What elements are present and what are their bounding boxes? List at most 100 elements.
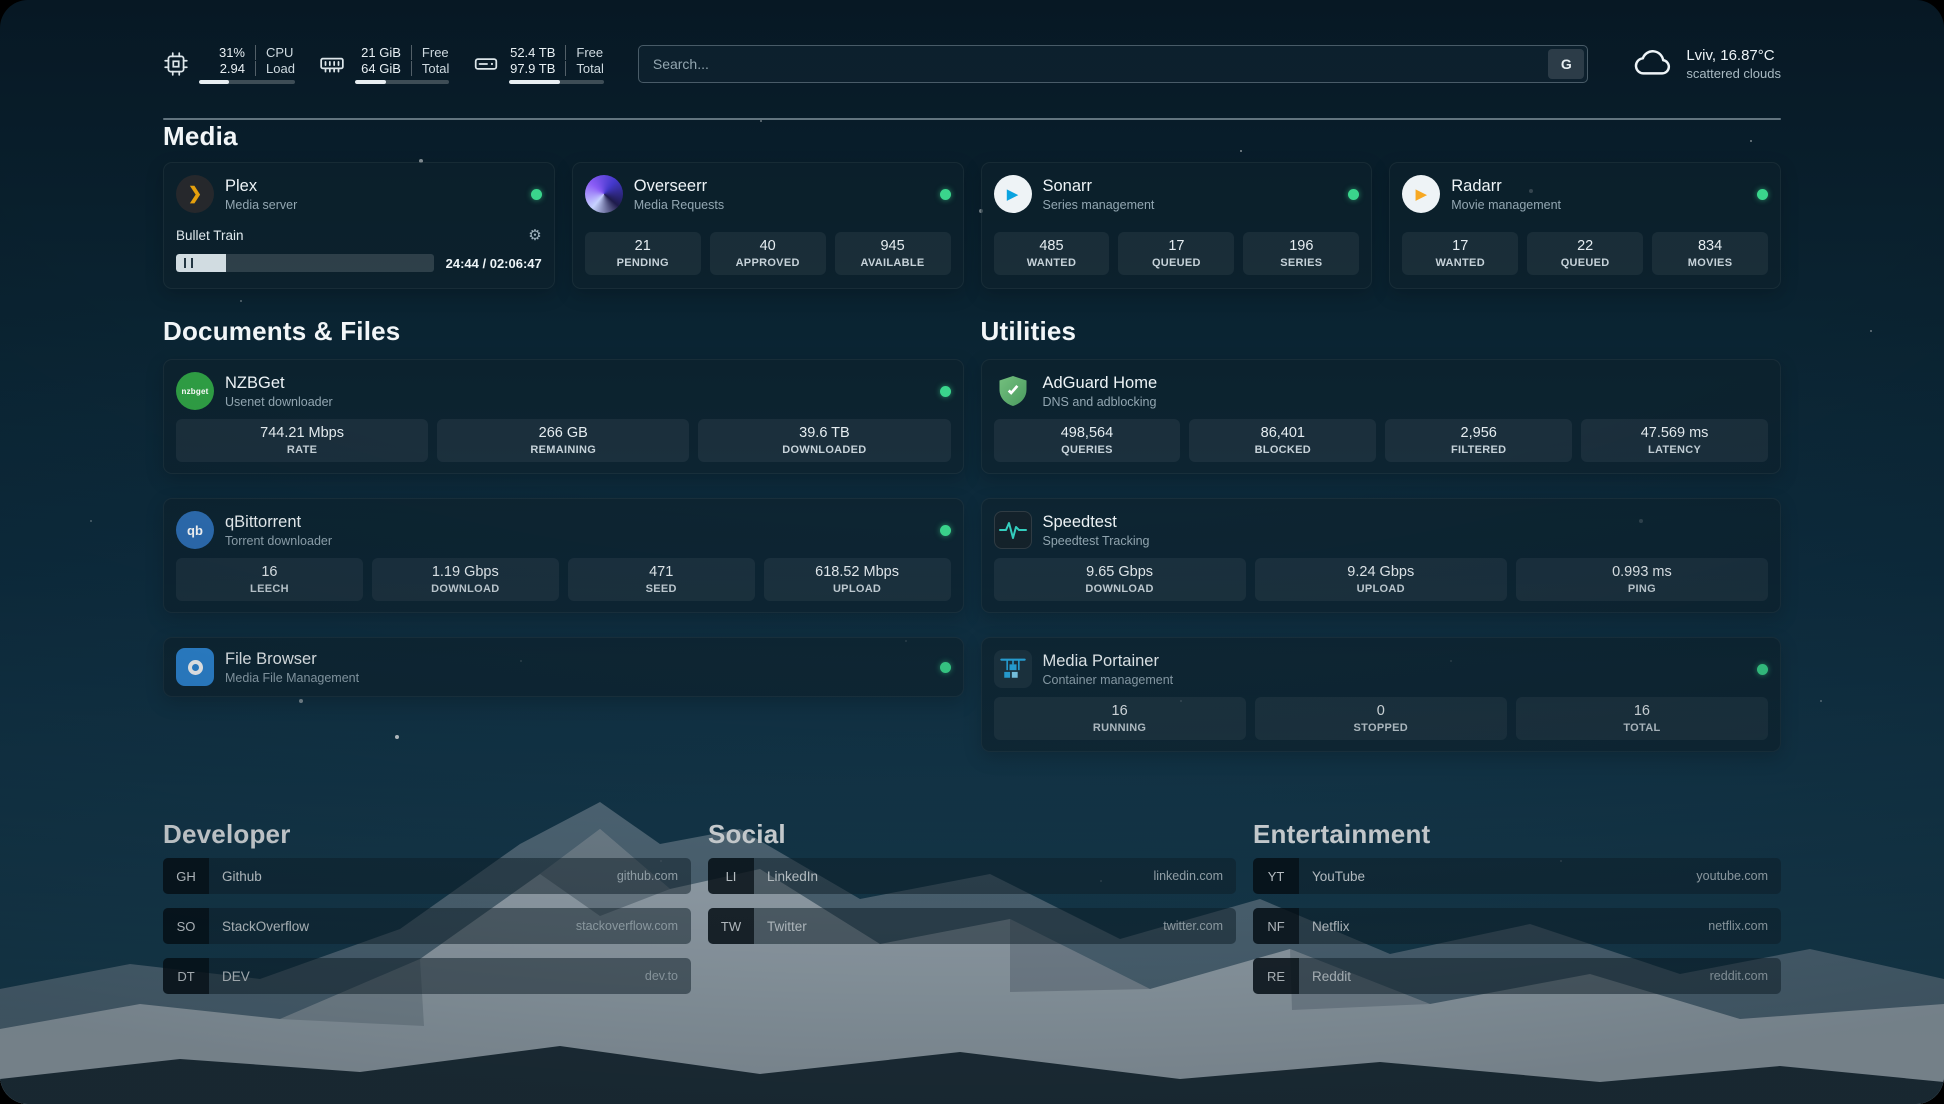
search-input[interactable] [638, 45, 1588, 83]
stat-label: QUERIES [998, 444, 1177, 456]
stat-value: 0 [1259, 703, 1503, 719]
stat-label: WANTED [998, 257, 1106, 269]
section-title-utilities: Utilities [981, 315, 1782, 347]
stat-value: 498,564 [998, 425, 1177, 441]
service-card-speedtest[interactable]: Speedtest Speedtest Tracking 9.65 Gbps D… [981, 498, 1782, 613]
bookmark-abbr: GH [163, 858, 209, 894]
stat-value: 47.569 ms [1585, 425, 1764, 441]
stat-value: 196 [1247, 238, 1355, 254]
service-subtitle: Torrent downloader [225, 534, 332, 548]
service-stats: 21 PENDING 40 APPROVED 945 AVAILABLE [585, 232, 951, 275]
stat-value: 485 [998, 238, 1106, 254]
stat-label: RUNNING [998, 722, 1242, 734]
stat-label: SERIES [1247, 257, 1355, 269]
stat-value: 618.52 Mbps [768, 564, 947, 580]
stat-box: 471 SEED [568, 558, 755, 601]
stat-box: 0.993 ms PING [1516, 558, 1768, 601]
links-column-developer: Developer GH Github github.com SO StackO… [163, 818, 691, 994]
bookmark-url: twitter.com [1163, 919, 1223, 933]
bookmark-dev[interactable]: DT DEV dev.to [163, 958, 691, 994]
stat-box: 21 PENDING [585, 232, 701, 275]
sonarr-icon: ▶ [994, 175, 1032, 213]
stat-value: 39.6 TB [702, 425, 946, 441]
service-name: Plex [225, 177, 297, 196]
service-card-nzbget[interactable]: nzbget NZBGet Usenet downloader 744.21 M… [163, 359, 964, 474]
bookmark-url: youtube.com [1696, 869, 1768, 883]
stat-value: 9.24 Gbps [1259, 564, 1503, 580]
bookmark-twitter[interactable]: TW Twitter twitter.com [708, 908, 1236, 944]
bookmark-github[interactable]: GH Github github.com [163, 858, 691, 894]
plex-now-playing: Bullet Train ⚙ 24:44 / 02:06:47 [176, 224, 542, 272]
status-online-dot [531, 189, 542, 200]
stat-box: 16 RUNNING [994, 697, 1246, 740]
service-subtitle: DNS and adblocking [1043, 395, 1158, 409]
stat-value: 21 [589, 238, 697, 254]
weather-location-temp: Lviv, 16.87°C [1686, 47, 1781, 64]
service-stats: 9.65 Gbps DOWNLOAD 9.24 Gbps UPLOAD 0.99… [994, 558, 1769, 601]
stat-box: 266 GB REMAINING [437, 419, 689, 462]
overseerr-icon [585, 175, 623, 213]
service-name: Radarr [1451, 177, 1561, 196]
stat-box: 485 WANTED [994, 232, 1110, 275]
section-title-social: Social [708, 818, 1236, 850]
disk-free-row: 52.4 TB Free [509, 45, 603, 60]
bookmark-linkedin[interactable]: LI LinkedIn linkedin.com [708, 858, 1236, 894]
service-card-plex[interactable]: ❯ Plex Media server Bullet Train ⚙ [163, 162, 555, 289]
media-cards-row: ❯ Plex Media server Bullet Train ⚙ [163, 162, 1781, 289]
stat-box: 744.21 Mbps RATE [176, 419, 428, 462]
plex-icon: ❯ [176, 175, 214, 213]
dashboard-screen: 31% CPU 2.94 Load [0, 0, 1944, 1104]
search-provider-button[interactable]: G [1548, 49, 1584, 79]
stat-label: DOWNLOADED [702, 444, 946, 456]
stat-box: 16 LEECH [176, 558, 363, 601]
status-online-dot [1757, 664, 1768, 675]
service-name: AdGuard Home [1043, 374, 1158, 393]
stat-box: 618.52 Mbps UPLOAD [764, 558, 951, 601]
service-subtitle: Movie management [1451, 198, 1561, 212]
stat-label: DOWNLOAD [376, 583, 555, 595]
service-card-radarr[interactable]: ▶ Radarr Movie management 17 WANTED 22 Q… [1389, 162, 1781, 289]
nzbget-icon-text: nzbget [182, 387, 209, 396]
stat-box: 39.6 TB DOWNLOADED [698, 419, 950, 462]
stat-value: 744.21 Mbps [180, 425, 424, 441]
gear-icon[interactable]: ⚙ [528, 226, 541, 244]
service-stats: 16 RUNNING 0 STOPPED 16 TOTAL [994, 697, 1769, 740]
stat-box: 17 QUEUED [1118, 232, 1234, 275]
pause-icon[interactable] [184, 258, 193, 268]
bookmark-reddit[interactable]: RE Reddit reddit.com [1253, 958, 1781, 994]
stat-label: PENDING [589, 257, 697, 269]
portainer-icon [994, 650, 1032, 688]
playback-progress-bar[interactable] [176, 254, 434, 272]
stat-label: WANTED [1406, 257, 1514, 269]
service-name: Overseerr [634, 177, 724, 196]
playback-time: 24:44 / 02:06:47 [446, 256, 542, 271]
service-name: Media Portainer [1043, 652, 1174, 671]
stat-label: TOTAL [1520, 722, 1764, 734]
bookmark-name: DEV [222, 969, 250, 984]
stat-label: AVAILABLE [839, 257, 947, 269]
bookmark-netflix[interactable]: NF Netflix netflix.com [1253, 908, 1781, 944]
nzbget-icon: nzbget [176, 372, 214, 410]
service-card-portainer[interactable]: Media Portainer Container management 16 … [981, 637, 1782, 752]
stat-value: 16 [1520, 703, 1764, 719]
cloud-icon [1632, 46, 1674, 83]
bookmark-abbr: SO [163, 908, 209, 944]
stat-label: UPLOAD [1259, 583, 1503, 595]
stat-value: 945 [839, 238, 947, 254]
stat-label: SEED [572, 583, 751, 595]
cpu-load-row: 2.94 Load [199, 61, 295, 76]
cpu-load-label: Load [255, 61, 295, 76]
stat-value: 9.65 Gbps [998, 564, 1242, 580]
qbittorrent-icon: qb [176, 511, 214, 549]
stat-value: 1.19 Gbps [376, 564, 555, 580]
service-subtitle: Speedtest Tracking [1043, 534, 1150, 548]
service-name: qBittorrent [225, 513, 332, 532]
service-card-qbittorrent[interactable]: qb qBittorrent Torrent downloader 16 LEE… [163, 498, 964, 613]
service-card-sonarr[interactable]: ▶ Sonarr Series management 485 WANTED 17… [981, 162, 1373, 289]
bookmark-youtube[interactable]: YT YouTube youtube.com [1253, 858, 1781, 894]
service-card-adguard[interactable]: AdGuard Home DNS and adblocking 498,564 … [981, 359, 1782, 474]
service-card-overseerr[interactable]: Overseerr Media Requests 21 PENDING 40 A… [572, 162, 964, 289]
top-bar: 31% CPU 2.94 Load [163, 38, 1781, 90]
bookmark-stackoverflow[interactable]: SO StackOverflow stackoverflow.com [163, 908, 691, 944]
service-card-filebrowser[interactable]: File Browser Media File Management [163, 637, 964, 697]
